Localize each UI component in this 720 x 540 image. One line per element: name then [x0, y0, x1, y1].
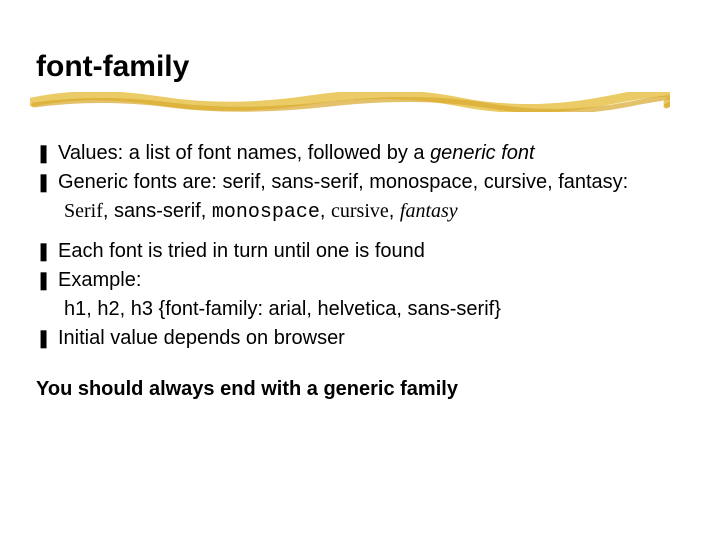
bullet-text: Each font is tried in turn until one is …	[58, 238, 690, 265]
sample-cursive: cursive	[331, 200, 389, 222]
bullet-text: Generic fonts are: serif, sans-serif, mo…	[58, 169, 690, 196]
sample-mono: monospace	[212, 201, 320, 224]
bullet-item: ❚ Initial value depends on browser	[36, 325, 690, 352]
sep: ,	[389, 200, 400, 222]
bullet-item: ❚ Each font is tried in turn until one i…	[36, 238, 690, 265]
sep: ,	[201, 200, 212, 222]
example-code: h1, h2, h3 {font-family: arial, helvetic…	[64, 296, 690, 323]
bullet-item: ❚ Values: a list of font names, followed…	[36, 140, 690, 167]
bullet-icon: ❚	[36, 325, 58, 350]
bullet-text: Values: a list of font names, followed b…	[58, 140, 690, 167]
sep: ,	[320, 200, 331, 222]
bullet-icon: ❚	[36, 267, 58, 292]
bullet-icon: ❚	[36, 169, 58, 194]
font-samples-line: Serif, sans-serif, monospace, cursive, f…	[64, 198, 690, 226]
bullet-text: Example:	[58, 267, 690, 294]
sample-serif: Serif	[64, 200, 103, 222]
bullet-icon: ❚	[36, 140, 58, 165]
closing-note: You should always end with a generic fam…	[36, 378, 690, 401]
sample-sans: sans-serif	[114, 200, 201, 222]
bullet-text: Initial value depends on browser	[58, 325, 690, 352]
sep: ,	[103, 200, 114, 222]
text-italic: generic font	[430, 142, 535, 164]
sample-fantasy: fantasy	[400, 200, 458, 222]
bullet-item: ❚ Generic fonts are: serif, sans-serif, …	[36, 169, 690, 196]
bullet-icon: ❚	[36, 238, 58, 263]
text-prefix: Values: a list of font names, followed b…	[58, 142, 430, 164]
title-underline	[30, 92, 670, 112]
bullet-item: ❚ Example:	[36, 267, 690, 294]
slide-title: font-family	[36, 50, 690, 84]
slide-body: ❚ Values: a list of font names, followed…	[36, 140, 690, 352]
